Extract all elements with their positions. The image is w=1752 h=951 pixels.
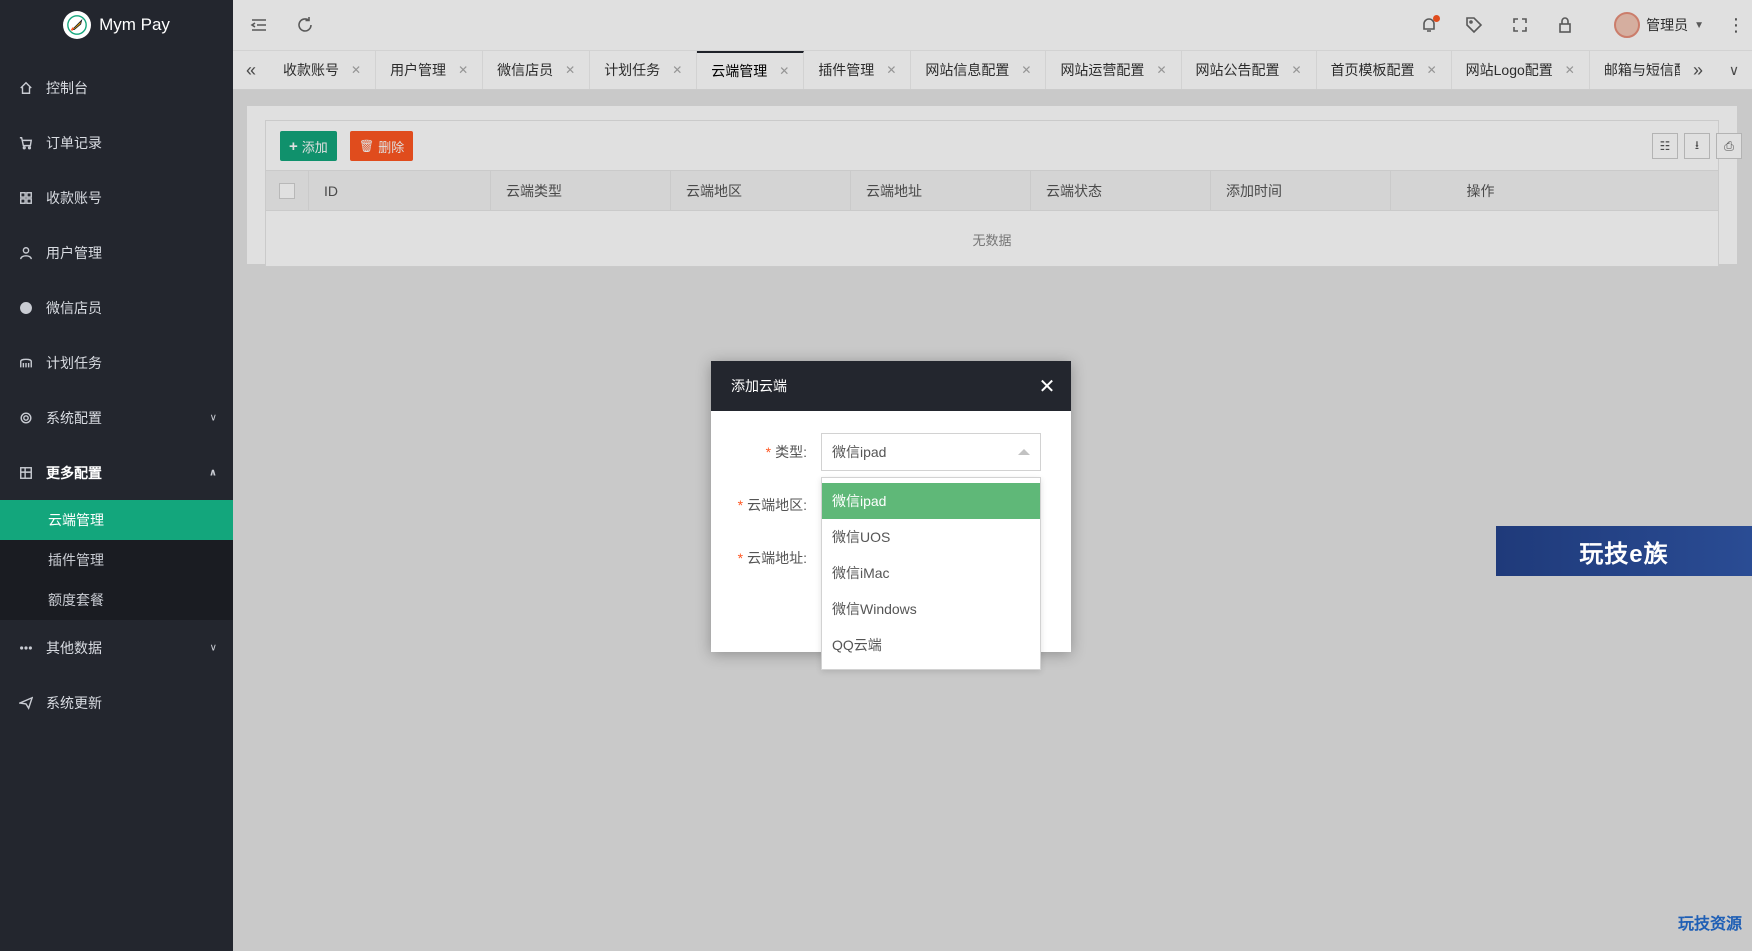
sidebar-item-label: 其他数据 — [46, 639, 102, 656]
gear-icon — [18, 410, 34, 426]
address-label: * 云端地址: — [738, 539, 807, 577]
sidebar-subitem-label: 插件管理 — [48, 552, 104, 568]
sidebar-subitem-label: 额度套餐 — [48, 592, 104, 608]
apps-icon — [18, 190, 34, 206]
sidebar-nav: 控制台 订单记录 收款账号 用户管理 微信店员 计划任务 系统配置 ∨ 更多配置… — [0, 60, 233, 500]
region-label: * 云端地区: — [738, 486, 807, 524]
send-icon — [18, 695, 34, 711]
sidebar-item-label: 收款账号 — [46, 189, 102, 206]
sidebar-item-label: 系统更新 — [46, 694, 102, 711]
sidebar-item-label: 系统配置 — [46, 409, 102, 426]
cart-icon — [18, 135, 34, 151]
watermark-bottom: 玩技资源 — [1677, 916, 1742, 933]
watermark-banner: 玩技e族 — [1496, 526, 1752, 576]
type-select-value: 微信ipad — [832, 444, 887, 460]
wechat-icon — [18, 300, 34, 316]
sidebar-item-wechat-staff[interactable]: 微信店员 — [0, 280, 233, 335]
address-label-text: 云端地址: — [747, 550, 807, 566]
sidebar-item-label: 订单记录 — [46, 134, 102, 151]
sidebar-subnav-more-config: 云端管理 插件管理 额度套餐 — [0, 500, 233, 620]
dialog-header: 添加云端 ✕ — [711, 361, 1071, 411]
sidebar-item-orders[interactable]: 订单记录 — [0, 115, 233, 170]
dialog-title: 添加云端 — [731, 378, 787, 394]
required-mark: * — [737, 550, 744, 566]
sidebar-subitem-label: 云端管理 — [48, 512, 104, 528]
type-select[interactable]: 微信ipad — [821, 433, 1041, 471]
sidebar-subitem-quota[interactable]: 额度套餐 — [0, 580, 233, 620]
region-label-text: 云端地区: — [747, 497, 807, 513]
sidebar-item-users[interactable]: 用户管理 — [0, 225, 233, 280]
sidebar-item-more-config[interactable]: 更多配置 ∧ — [0, 445, 233, 500]
group-icon — [18, 355, 34, 371]
rocket-logo-icon — [63, 11, 92, 39]
type-option[interactable]: QQ云端 — [822, 627, 1040, 663]
sidebar-item-tasks[interactable]: 计划任务 — [0, 335, 233, 390]
required-mark: * — [737, 497, 744, 513]
type-option[interactable]: 微信Windows — [822, 591, 1040, 627]
sidebar-item-label: 控制台 — [46, 79, 88, 96]
caret-up-icon — [1018, 449, 1030, 455]
app-logo[interactable]: Mym Pay — [0, 0, 233, 50]
type-option[interactable]: 微信ipad — [822, 483, 1040, 519]
sidebar-item-label: 用户管理 — [46, 244, 102, 261]
home-icon — [18, 80, 34, 96]
grid-icon — [18, 465, 34, 481]
sidebar-nav-lower: 其他数据 ∨ 系统更新 — [0, 620, 233, 730]
sidebar-item-label: 更多配置 — [46, 464, 102, 481]
type-option[interactable]: 微信iMac — [822, 555, 1040, 591]
required-mark: * — [765, 444, 772, 460]
sidebar-item-accounts[interactable]: 收款账号 — [0, 170, 233, 225]
type-dropdown: 微信ipad 微信UOS 微信iMac 微信Windows QQ云端 — [821, 477, 1041, 670]
sidebar-item-label: 计划任务 — [46, 354, 102, 371]
chevron-down-icon: ∨ — [209, 412, 217, 423]
sidebar-item-update[interactable]: 系统更新 — [0, 675, 233, 730]
chevron-up-icon: ∧ — [208, 467, 217, 478]
type-label: * 类型: — [766, 433, 807, 471]
sidebar: Mym Pay 控制台 订单记录 收款账号 用户管理 微信店员 计划任务 系统配… — [0, 0, 233, 951]
close-icon[interactable]: ✕ — [1037, 376, 1057, 398]
user-icon — [18, 245, 34, 261]
more-icon — [18, 640, 34, 656]
type-label-text: 类型: — [775, 444, 807, 460]
app-name: Mym Pay — [99, 15, 170, 34]
form-row-type: * 类型: 微信ipad — [711, 433, 1071, 471]
sidebar-item-dashboard[interactable]: 控制台 — [0, 60, 233, 115]
sidebar-item-other-data[interactable]: 其他数据 ∨ — [0, 620, 233, 675]
sidebar-item-label: 微信店员 — [46, 299, 102, 316]
sidebar-subitem-cloud[interactable]: 云端管理 — [0, 500, 233, 540]
sidebar-item-system-config[interactable]: 系统配置 ∨ — [0, 390, 233, 445]
type-option[interactable]: 微信UOS — [822, 519, 1040, 555]
chevron-down-icon: ∨ — [209, 642, 217, 653]
sidebar-subitem-plugins[interactable]: 插件管理 — [0, 540, 233, 580]
